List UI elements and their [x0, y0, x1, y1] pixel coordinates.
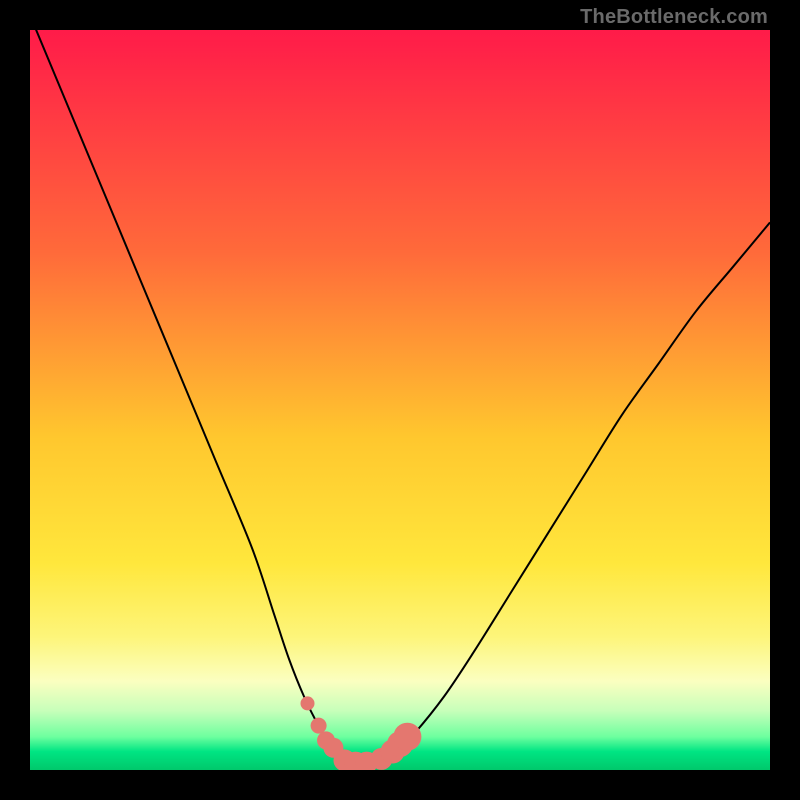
plot-area [30, 30, 770, 770]
marker-dot [301, 696, 315, 710]
bottleneck-curve [30, 30, 770, 764]
curve-layer [30, 30, 770, 770]
watermark-text: TheBottleneck.com [580, 6, 768, 29]
chart-frame: TheBottleneck.com [0, 0, 800, 800]
highlight-markers [301, 696, 422, 770]
marker-dot [311, 718, 327, 734]
marker-dot [393, 723, 421, 751]
